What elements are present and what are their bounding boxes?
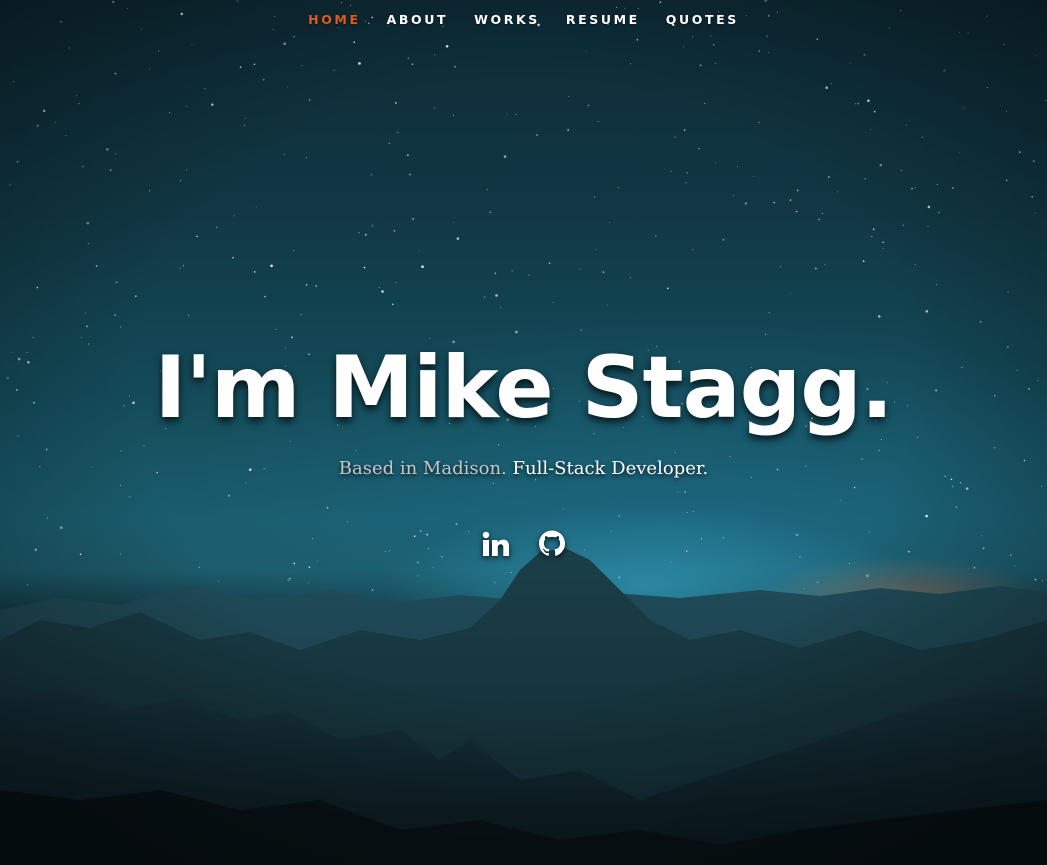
- nav-works[interactable]: WORKS: [461, 12, 553, 27]
- github-link[interactable]: [537, 528, 567, 560]
- nav-quotes[interactable]: QUOTES: [653, 12, 752, 27]
- hero-title: I'm Mike Stagg.: [154, 338, 894, 438]
- main-nav: HOME ABOUT WORKS RESUME QUOTES: [0, 0, 1047, 38]
- hero-subtitle: Based in Madison. Full-Stack Developer.: [0, 458, 1047, 479]
- github-icon: [538, 530, 565, 556]
- social-links: [0, 528, 1047, 560]
- subtitle-location: Based in Madison.: [338, 458, 507, 479]
- nav-home[interactable]: HOME: [295, 12, 373, 27]
- linkedin-icon: [482, 531, 509, 556]
- linkedin-link[interactable]: [481, 528, 511, 560]
- subtitle-role: Full-Stack Developer.: [512, 458, 709, 479]
- hero-section: HOME ABOUT WORKS RESUME QUOTES I'm Mike …: [0, 0, 1047, 865]
- nav-resume[interactable]: RESUME: [553, 12, 653, 27]
- nav-about[interactable]: ABOUT: [374, 12, 462, 27]
